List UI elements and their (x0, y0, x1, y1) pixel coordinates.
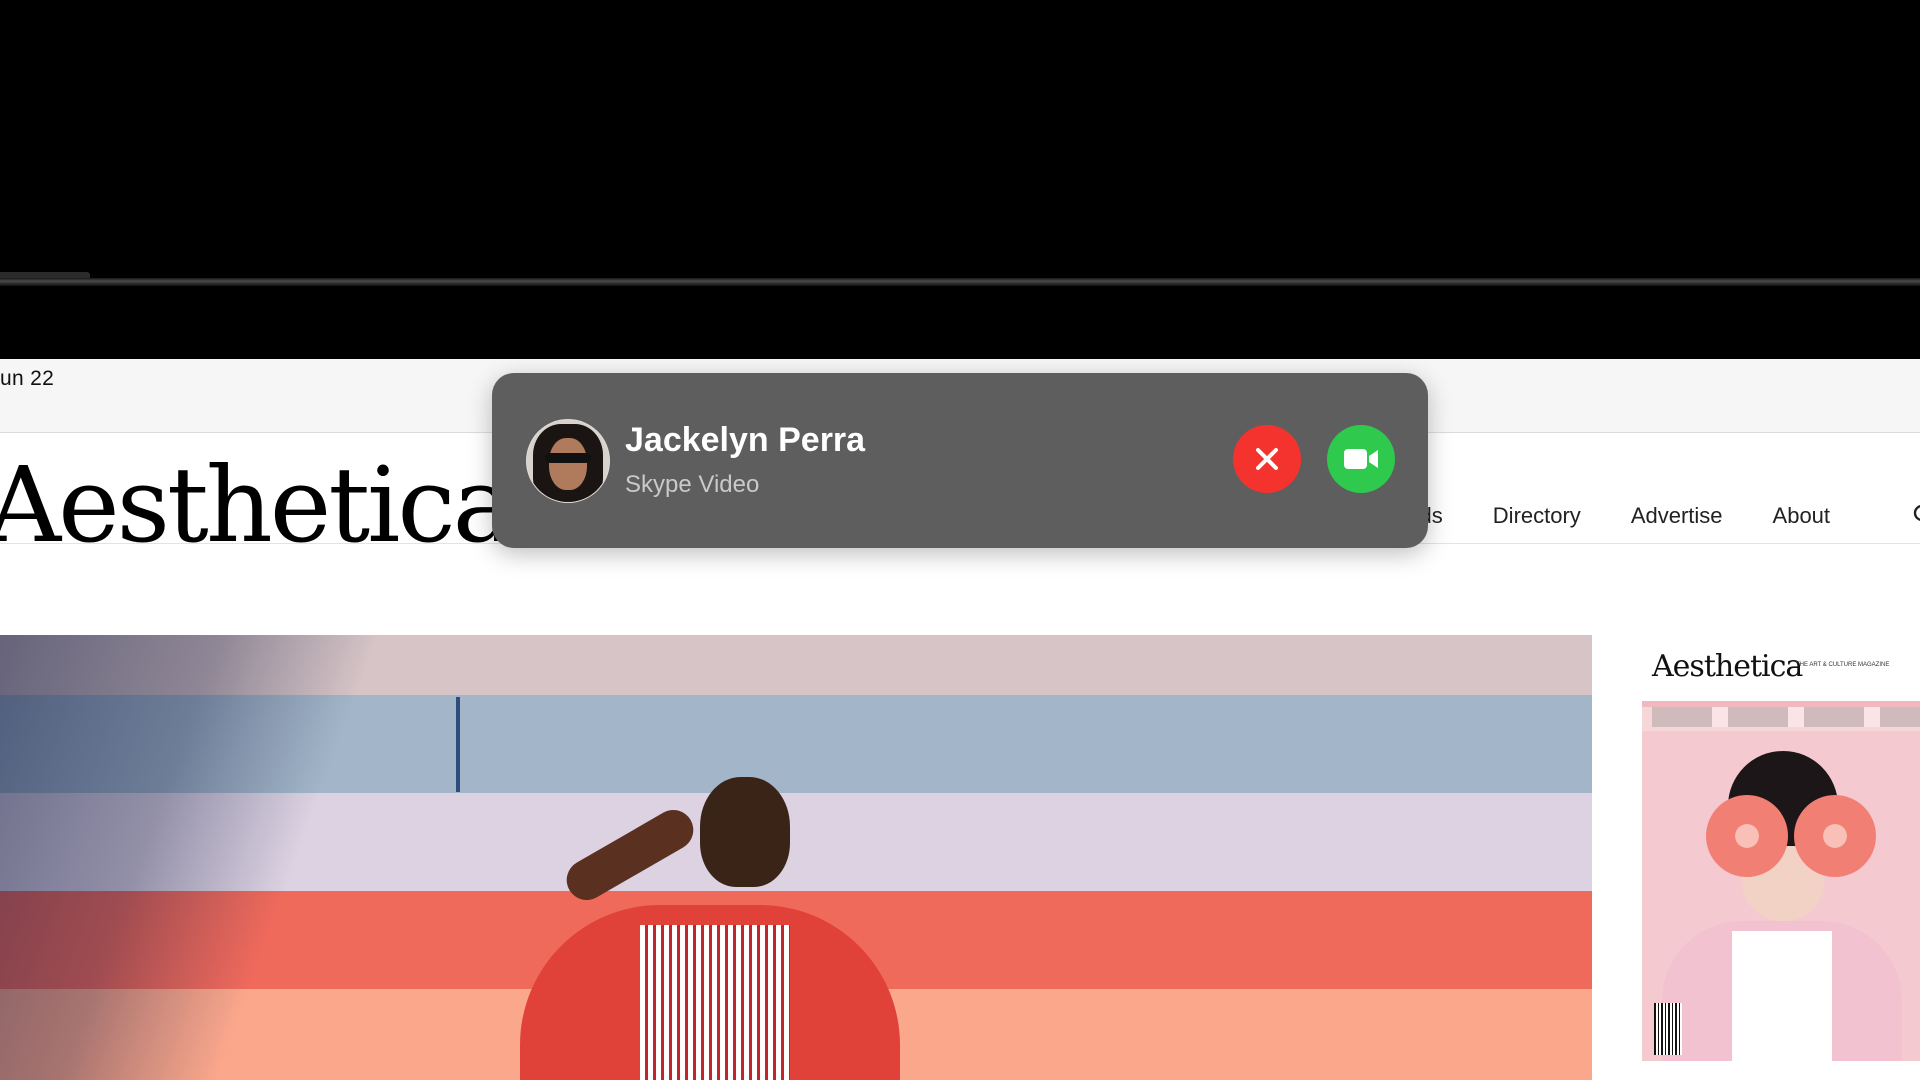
magazine-tagline: THE ART & CULTURE MAGAZINE (1796, 662, 1890, 668)
incoming-call-notification[interactable]: Jackelyn Perra Skype Video (492, 373, 1428, 548)
screen-bezel (0, 0, 1920, 359)
decline-call-button[interactable] (1233, 425, 1301, 493)
person-shirt (640, 925, 790, 1080)
magazine-cover[interactable]: Aesthetica THE ART & CULTURE MAGAZINE (1642, 645, 1920, 1061)
nav-link-about[interactable]: About (1773, 503, 1831, 529)
grapefruit-left (1706, 795, 1788, 877)
cover-shirt (1732, 931, 1832, 1061)
caller-name: Jackelyn Perra (625, 421, 866, 459)
wall-shadow (0, 635, 470, 1080)
site-logo[interactable]: Aesthetica (0, 453, 515, 557)
menu-bar-date: un 22 (0, 367, 55, 390)
magazine-photo (1642, 731, 1920, 1061)
video-camera-icon (1344, 449, 1378, 469)
nav-link-directory[interactable]: Directory (1493, 503, 1581, 529)
search-icon[interactable] (1912, 503, 1920, 531)
grapefruit-right (1794, 795, 1876, 877)
wall-seam (456, 697, 460, 792)
barcode (1654, 1003, 1682, 1055)
magazine-masthead: Aesthetica THE ART & CULTURE MAGAZINE (1642, 645, 1920, 707)
site-nav: ards Directory Advertise About (1400, 503, 1830, 529)
accept-video-call-button[interactable] (1327, 425, 1395, 493)
call-app-label: Skype Video (625, 471, 760, 498)
close-icon (1256, 448, 1278, 470)
nav-link-advertise[interactable]: Advertise (1631, 503, 1723, 529)
person-head (700, 777, 790, 887)
magazine-title: Aesthetica (1652, 649, 1803, 684)
avatar-sunglasses (545, 453, 591, 463)
bezel-edge (0, 278, 1920, 286)
hero-image[interactable] (0, 635, 1592, 1080)
avatar-face (549, 438, 587, 490)
caller-avatar (526, 419, 610, 503)
magazine-cover-lines (1652, 707, 1920, 727)
